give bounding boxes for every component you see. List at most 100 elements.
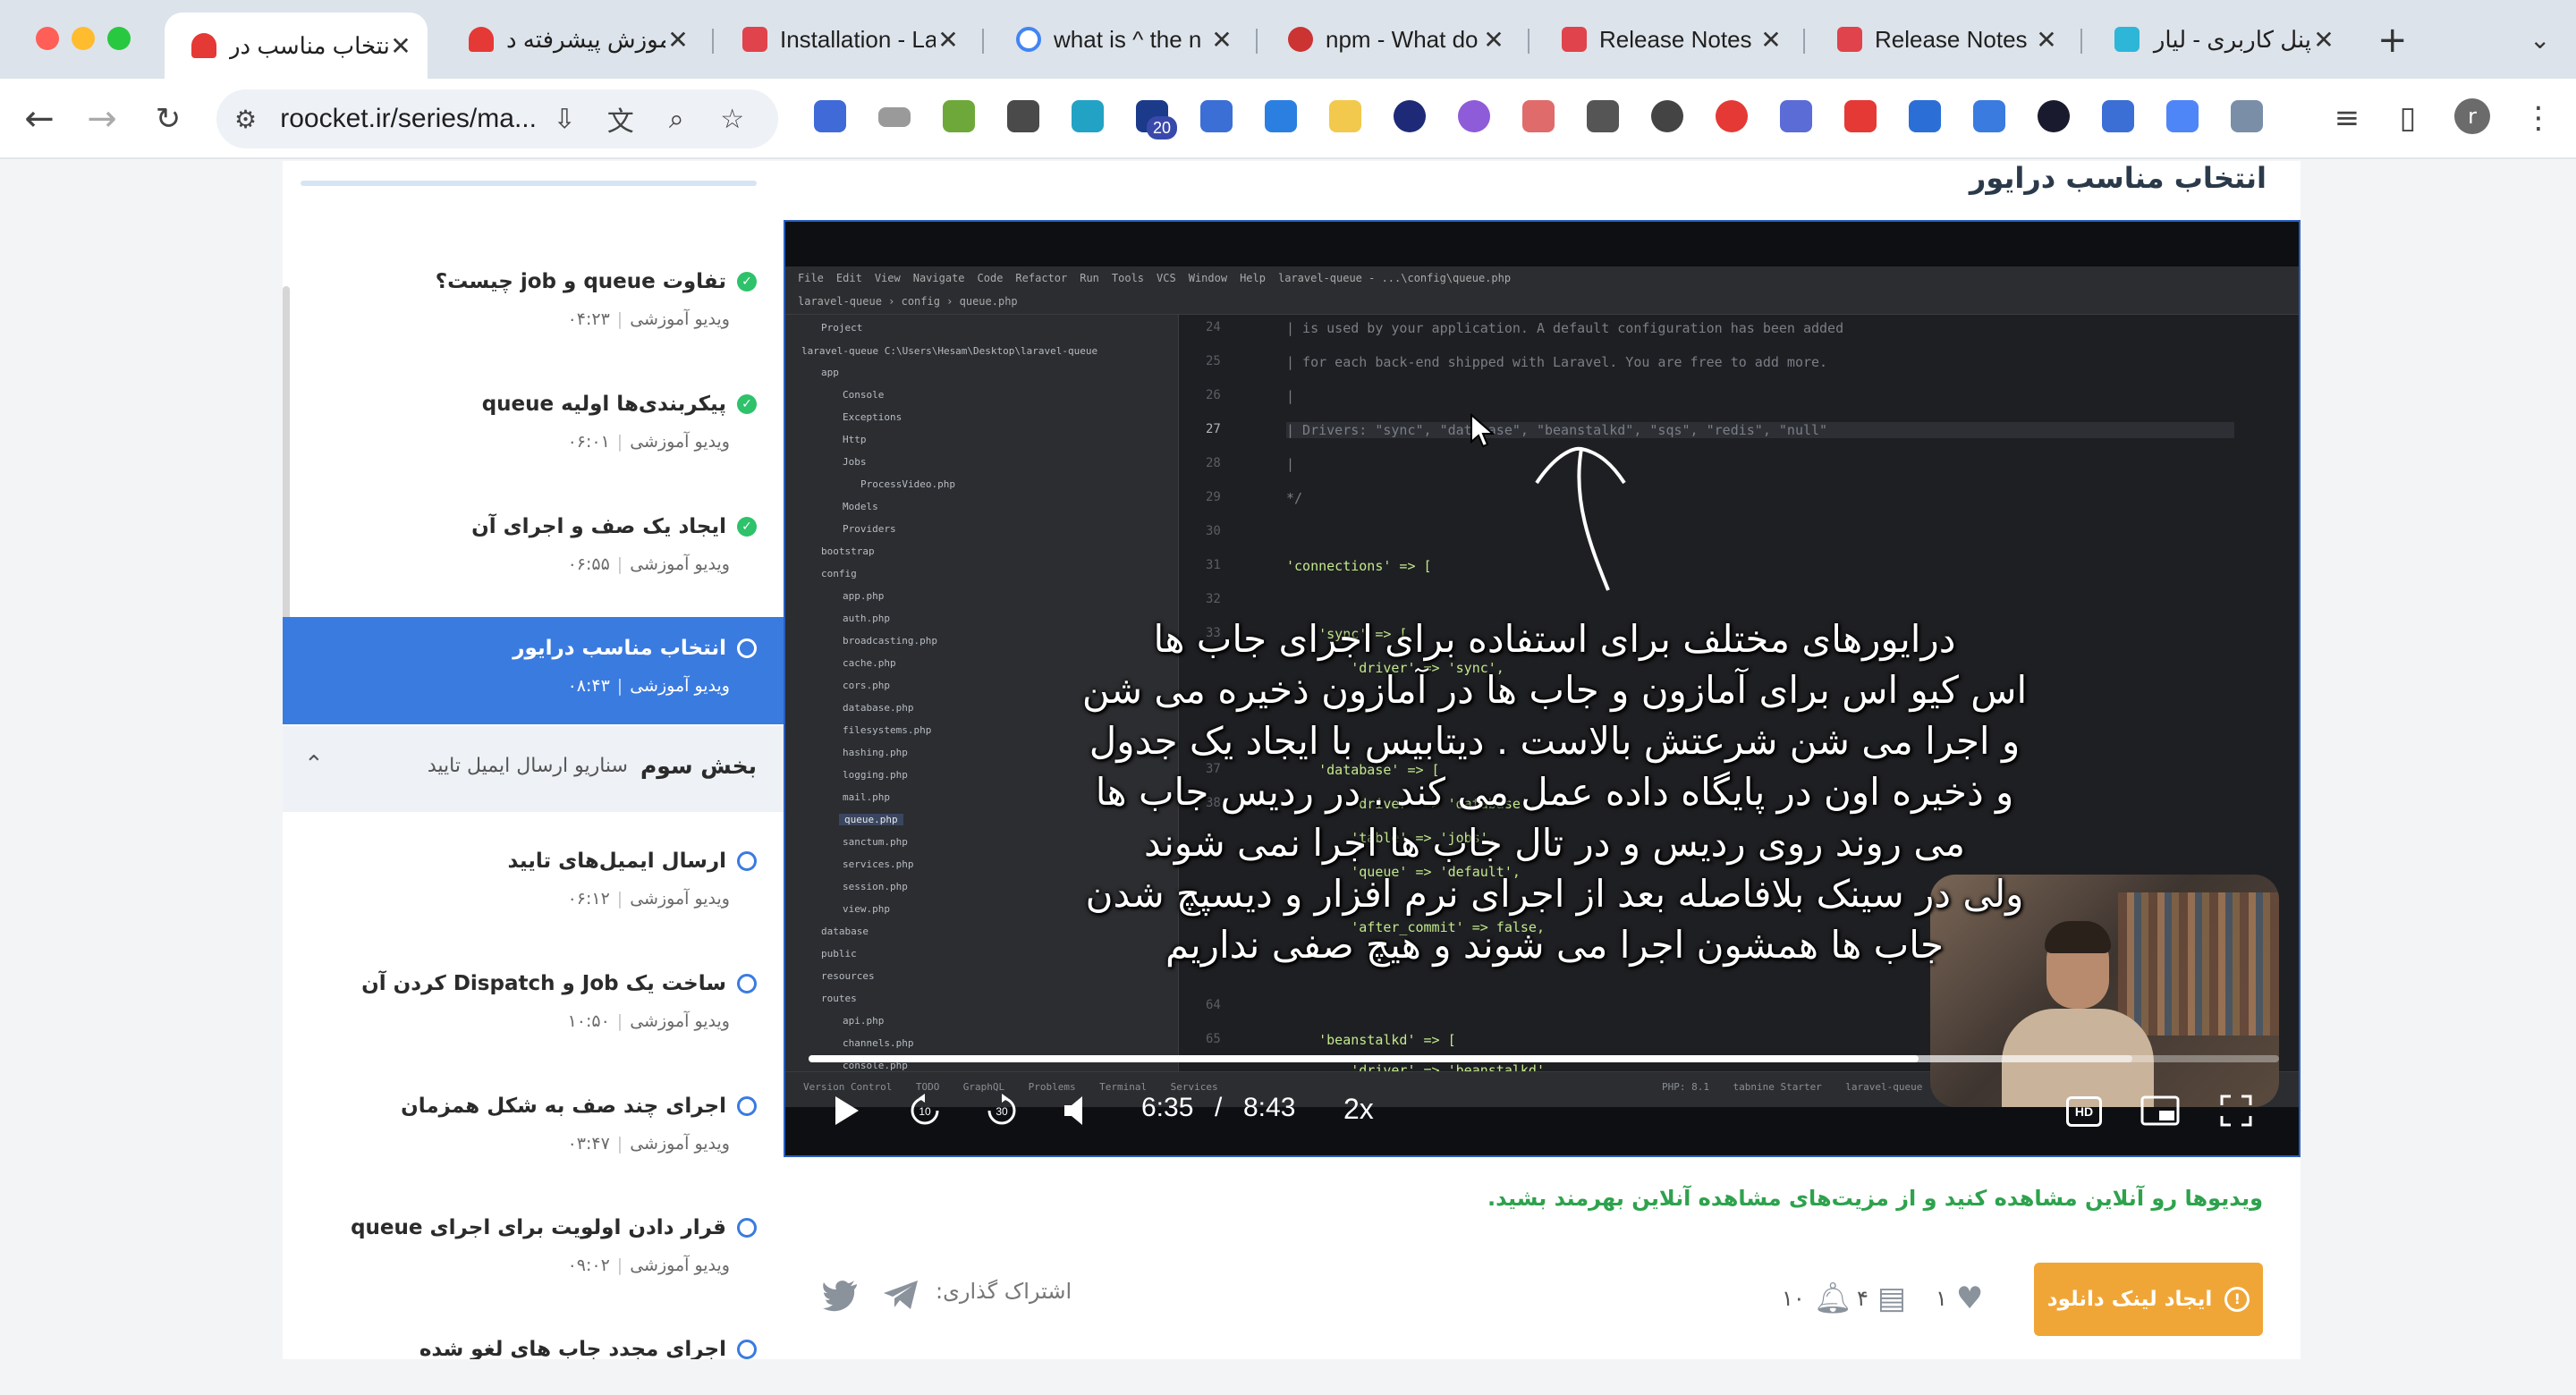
- browser-tab[interactable]: Installation - La ✕: [716, 13, 975, 66]
- extension-icon[interactable]: [814, 100, 846, 132]
- window-minimize-button[interactable]: [72, 27, 95, 50]
- video-progress-bar[interactable]: [809, 1055, 2279, 1062]
- comment-stat[interactable]: ▤ ۴: [1857, 1281, 1906, 1316]
- create-download-link-button[interactable]: ! ایجاد لینک دانلود: [2034, 1263, 2263, 1336]
- browser-tab-active[interactable]: انتخاب مناسب در ✕: [165, 13, 428, 79]
- extension-icon[interactable]: [2166, 100, 2199, 132]
- browser-tab[interactable]: npm - What do ✕: [1261, 13, 1521, 66]
- browser-tab[interactable]: آموزش پیشرفته د ✕: [442, 13, 705, 66]
- play-icon[interactable]: [832, 1093, 862, 1129]
- tab-close-icon[interactable]: ✕: [1481, 25, 1506, 55]
- tab-close-icon[interactable]: ✕: [665, 25, 691, 55]
- lesson-item[interactable]: ✓ پیکربندی‌ها اولیه queue ویدیو آموزشی|۰۶…: [283, 373, 784, 480]
- lesson-item[interactable]: ✓ ایجاد یک صف و اجرای آن ویدیو آموزشی|۰۶:…: [283, 495, 784, 603]
- zoom-icon[interactable]: ⌕: [648, 104, 705, 135]
- url-text[interactable]: roocket.ir/series/ma...: [280, 104, 537, 134]
- tab-title: پنل کاربری - لیارا: [2152, 25, 2311, 53]
- extension-icon[interactable]: [2102, 100, 2134, 132]
- tab-close-icon[interactable]: ✕: [388, 31, 413, 61]
- notification-stat[interactable]: 🔔︎ ۱۰: [1782, 1281, 1852, 1316]
- check-icon: ✓: [737, 517, 757, 537]
- video-player[interactable]: File Edit View Navigate Code Refactor Run Tools…: [784, 220, 2301, 1157]
- section-subtitle: سناریو ارسال ایمیل تایید: [427, 755, 628, 777]
- qr-extension-icon[interactable]: [1007, 100, 1039, 132]
- lesson-main: انتخاب مناسب درایور File Edit View Navigate…: [784, 161, 2301, 1359]
- lesson-item[interactable]: اجرای مجدد جاب های لغو شده: [283, 1318, 784, 1359]
- extension-icon[interactable]: [1522, 100, 1555, 132]
- profile-avatar[interactable]: r: [2454, 98, 2490, 134]
- window-maximize-button[interactable]: [107, 27, 131, 50]
- extension-icon[interactable]: [1973, 100, 2005, 132]
- shield-extension-icon[interactable]: [1780, 100, 1812, 132]
- forward-arrow-icon[interactable]: →: [80, 98, 123, 140]
- lesson-item[interactable]: ✓ تفاوت queue و job چیست؟ ویدیو آموزشی|۰۴…: [283, 250, 784, 358]
- reading-list-icon[interactable]: ≡: [2329, 100, 2365, 136]
- lesson-item[interactable]: ساخت یک Job و Dispatch کردن آن ویدیو آمو…: [283, 952, 784, 1060]
- back-arrow-icon[interactable]: ←: [18, 98, 61, 140]
- extension-icon[interactable]: [1329, 100, 1361, 132]
- lesson-item[interactable]: اجرای چند صف به شکل همزمان ویدیو آموزشی|…: [283, 1075, 784, 1182]
- browser-tab[interactable]: پنل کاربری - لیارا ✕: [2088, 13, 2351, 66]
- tab-separator: [1803, 29, 1805, 54]
- extension-icon[interactable]: [943, 100, 975, 132]
- rewind-10-icon[interactable]: 10: [907, 1093, 943, 1129]
- bug-extension-icon[interactable]: [1587, 100, 1619, 132]
- extension-icon[interactable]: [2038, 100, 2070, 132]
- browser-menu-icon[interactable]: ⋮: [2521, 100, 2556, 136]
- bookmark-star-icon[interactable]: ☆: [705, 104, 761, 135]
- tab-title: Installation - La: [780, 25, 936, 53]
- circle-icon: [737, 1340, 757, 1359]
- heart-icon[interactable]: ♥: [1956, 1281, 1983, 1316]
- record-extension-icon[interactable]: [1844, 100, 1877, 132]
- extension-icon[interactable]: [1651, 100, 1683, 132]
- reload-icon[interactable]: ↻: [147, 98, 190, 140]
- address-bar[interactable]: ⚙ roocket.ir/series/ma... ⇩ 文 ⌕ ☆: [216, 89, 778, 148]
- tab-close-icon[interactable]: ✕: [1758, 25, 1784, 55]
- browser-tab[interactable]: Release Notes ✕: [1535, 13, 1798, 66]
- like-stat[interactable]: ♥ ۱: [1936, 1281, 1983, 1316]
- lesson-duration: ۱۰:۵۰: [567, 1011, 610, 1031]
- lesson-item[interactable]: قرار دادن اولویت برای اجرای queue ویدیو …: [283, 1196, 784, 1304]
- hd-quality-button[interactable]: HD: [2066, 1096, 2102, 1127]
- lesson-item[interactable]: ارسال ایمیل‌های تایید ویدیو آموزشی|۰۶:۱۲: [283, 830, 784, 937]
- tab-search-chevron-icon[interactable]: ⌄: [2529, 25, 2550, 55]
- extension-icon[interactable]: [1909, 100, 1941, 132]
- comment-icon[interactable]: ▤: [1877, 1281, 1906, 1316]
- forward-30-icon[interactable]: 30: [984, 1093, 1020, 1129]
- download-extension-icon[interactable]: [1265, 100, 1297, 132]
- bell-icon[interactable]: 🔔︎: [1814, 1281, 1852, 1316]
- window-close-button[interactable]: [36, 27, 59, 50]
- tab-close-icon[interactable]: ✕: [936, 25, 961, 55]
- chevron-up-icon[interactable]: ⌃: [304, 751, 324, 778]
- tab-favicon-icon: [1837, 27, 1862, 52]
- section-header[interactable]: بخش سوم سناریو ارسال ایمیل تایید ⌃: [283, 726, 784, 812]
- extension-icon[interactable]: [1394, 100, 1426, 132]
- new-tab-button[interactable]: +: [2377, 20, 2408, 61]
- twitter-icon[interactable]: [821, 1277, 860, 1313]
- install-app-icon[interactable]: ⇩: [537, 104, 593, 135]
- volume-icon[interactable]: [1063, 1093, 1089, 1129]
- side-panel-icon[interactable]: ▯: [2390, 100, 2426, 136]
- tab-close-icon[interactable]: ✕: [2311, 25, 2336, 55]
- tab-close-icon[interactable]: ✕: [1209, 25, 1234, 55]
- lesson-title: تفاوت queue و job چیست؟: [435, 270, 726, 293]
- adblock-plus-icon[interactable]: [1716, 100, 1748, 132]
- fullscreen-icon[interactable]: [2218, 1093, 2254, 1129]
- playback-speed-button[interactable]: 2x: [1343, 1093, 1374, 1126]
- browser-tab[interactable]: what is ^ the n ✕: [989, 13, 1249, 66]
- telegram-icon[interactable]: [882, 1277, 921, 1313]
- extension-icon[interactable]: [1072, 100, 1104, 132]
- subtitle-line: ولی در سینک بلافاصله بعد از اجرای نرم اف…: [1085, 872, 2024, 916]
- picture-in-picture-icon[interactable]: [2140, 1093, 2181, 1129]
- tab-close-icon[interactable]: ✕: [2034, 25, 2059, 55]
- extension-icon[interactable]: [1458, 100, 1490, 132]
- lesson-item-current[interactable]: انتخاب مناسب درایور ویدیو آموزشی|۰۸:۴۳: [283, 617, 784, 724]
- browser-tab[interactable]: Release Notes ✕: [1810, 13, 2073, 66]
- extension-icon[interactable]: [878, 107, 911, 127]
- lesson-type: ویدیو آموزشی: [630, 676, 730, 696]
- lesson-duration: ۰۳:۴۷: [567, 1134, 610, 1154]
- site-settings-icon[interactable]: ⚙: [234, 105, 264, 134]
- translate-icon[interactable]: 文: [592, 99, 648, 139]
- extension-icon[interactable]: [1200, 100, 1233, 132]
- translate-extension-icon[interactable]: [2231, 100, 2263, 132]
